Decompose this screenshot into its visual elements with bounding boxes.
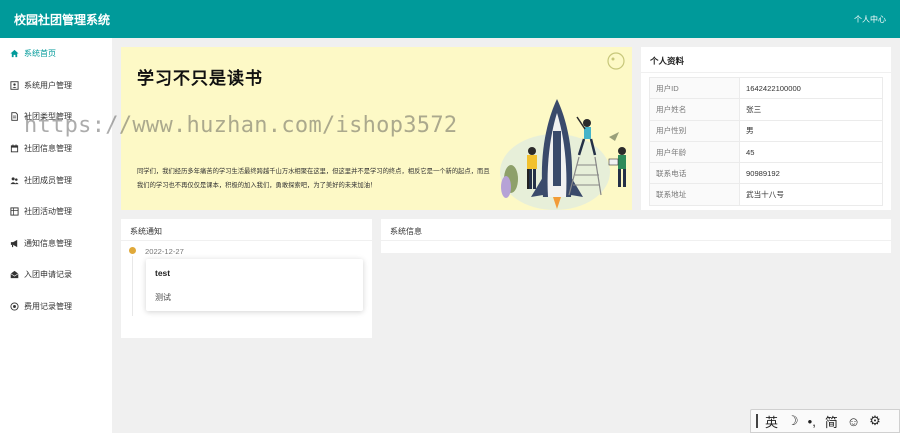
system-notice-card: 系统通知 2022-12-27 test 测试 xyxy=(121,219,372,338)
sidebar-item-home[interactable]: 系统首页 xyxy=(0,38,112,70)
user-card-icon xyxy=(10,81,19,90)
profile-key: 用户姓名 xyxy=(649,98,740,121)
notice-date: 2022-12-27 xyxy=(145,247,184,256)
coin-icon xyxy=(10,302,19,311)
sidebar-item-system-users[interactable]: 系统用户管理 xyxy=(0,70,112,102)
sidebar-item-club-activities[interactable]: 社团活动管理 xyxy=(0,196,112,228)
sidebar-item-club-members[interactable]: 社团成员管理 xyxy=(0,164,112,196)
table-row: 联系地址 武当十八号 xyxy=(649,183,883,206)
user-center-link[interactable]: 个人中心 xyxy=(854,14,886,25)
sidebar-item-label: 社团成员管理 xyxy=(24,175,72,185)
ime-language-toggle[interactable]: 英 xyxy=(765,412,778,431)
profile-heading: 个人资料 xyxy=(641,47,891,73)
megaphone-icon xyxy=(10,239,19,248)
profile-value: 武当十八号 xyxy=(739,183,883,206)
profile-key: 联系地址 xyxy=(649,183,740,206)
profile-key: 联系电话 xyxy=(649,162,740,185)
system-info-card: 系统信息 xyxy=(381,219,891,253)
table-row: 用户年龄 45 xyxy=(649,140,883,164)
profile-card: 个人资料 用户ID 1642422100000 用户姓名 张三 用户性别男 用户年龄… xyxy=(641,47,891,210)
calendar-icon xyxy=(10,144,19,153)
timeline-dot xyxy=(129,247,136,254)
sidebar-item-notifications[interactable]: 通知信息管理 xyxy=(0,228,112,260)
ime-toolbar: 英 ☽ •, 简 ☺ ⚙ xyxy=(750,409,900,433)
sidebar-item-label: 入团申请记录 xyxy=(24,270,72,280)
notice-item[interactable]: test 测试 xyxy=(146,259,363,311)
sidebar-item-label: 社团类型管理 xyxy=(24,112,72,122)
home-icon xyxy=(10,49,19,58)
profile-value: 男 xyxy=(739,119,883,142)
sidebar-item-label: 系统用户管理 xyxy=(24,80,72,90)
table-row: 用户姓名 张三 xyxy=(649,98,883,121)
sidebar-item-join-applications[interactable]: 入团申请记录 xyxy=(0,259,112,291)
profile-key: 用户ID xyxy=(649,76,740,100)
table-row: 用户性别男 xyxy=(649,119,883,142)
sidebar-item-fee-records[interactable]: 费用记录管理 xyxy=(0,291,112,323)
welcome-banner: 学习不只是读书 同学们，我们经历多年痛苦的学习生活最终跨越千山万水相聚在这里，但… xyxy=(121,47,632,210)
envelope-icon xyxy=(10,270,19,279)
table-row: 用户ID 1642422100000 xyxy=(649,76,883,100)
ime-script-toggle[interactable]: 简 xyxy=(825,412,838,431)
sidebar-item-label: 通知信息管理 xyxy=(24,238,72,248)
document-icon xyxy=(10,112,19,122)
profile-key: 用户年龄 xyxy=(649,140,740,164)
profile-value: 90989192 xyxy=(739,162,883,185)
rocket-illustration xyxy=(500,52,626,210)
table-row: 联系电话 90989192 xyxy=(649,162,883,185)
emoji-icon[interactable]: ☺ xyxy=(847,414,860,429)
notice-item-title: test xyxy=(155,268,171,278)
notice-heading: 系统通知 xyxy=(121,219,372,241)
punctuation-toggle[interactable]: •, xyxy=(808,414,816,429)
timeline-line xyxy=(132,256,133,316)
sidebar-item-label: 费用记录管理 xyxy=(24,302,72,312)
sysinfo-heading: 系统信息 xyxy=(381,219,891,241)
top-bar: 校园社团管理系统 个人中心 xyxy=(0,0,900,38)
profile-value: 45 xyxy=(739,140,883,164)
sidebar-item-label: 社团信息管理 xyxy=(24,144,72,154)
ime-handle[interactable] xyxy=(756,414,758,428)
gear-icon[interactable]: ⚙ xyxy=(869,413,881,429)
profile-value: 张三 xyxy=(739,98,883,121)
grid-icon xyxy=(10,207,19,216)
profile-value: 1642422100000 xyxy=(739,76,883,100)
notice-item-body: 测试 xyxy=(155,293,171,302)
sidebar: 系统首页 系统用户管理 社团类型管理 社团信息管理 社团成员管理 社团活动管理 … xyxy=(0,38,112,433)
profile-table: 用户ID 1642422100000 用户姓名 张三 用户性别男 用户年龄 45 联系… xyxy=(649,76,883,206)
app-title: 校园社团管理系统 xyxy=(14,12,111,27)
banner-title: 学习不只是读书 xyxy=(137,69,263,88)
sidebar-item-label: 社团活动管理 xyxy=(24,207,72,217)
sidebar-item-club-info[interactable]: 社团信息管理 xyxy=(0,133,112,165)
moon-icon[interactable]: ☽ xyxy=(787,413,799,429)
users-icon xyxy=(10,176,19,185)
banner-text: 同学们，我们经历多年痛苦的学习生活最终跨越千山万水相聚在这里，但这里并不是学习的… xyxy=(137,168,490,189)
profile-key: 用户性别 xyxy=(649,119,740,142)
sidebar-item-club-types[interactable]: 社团类型管理 xyxy=(0,101,112,133)
sidebar-item-label: 系统首页 xyxy=(24,49,56,59)
